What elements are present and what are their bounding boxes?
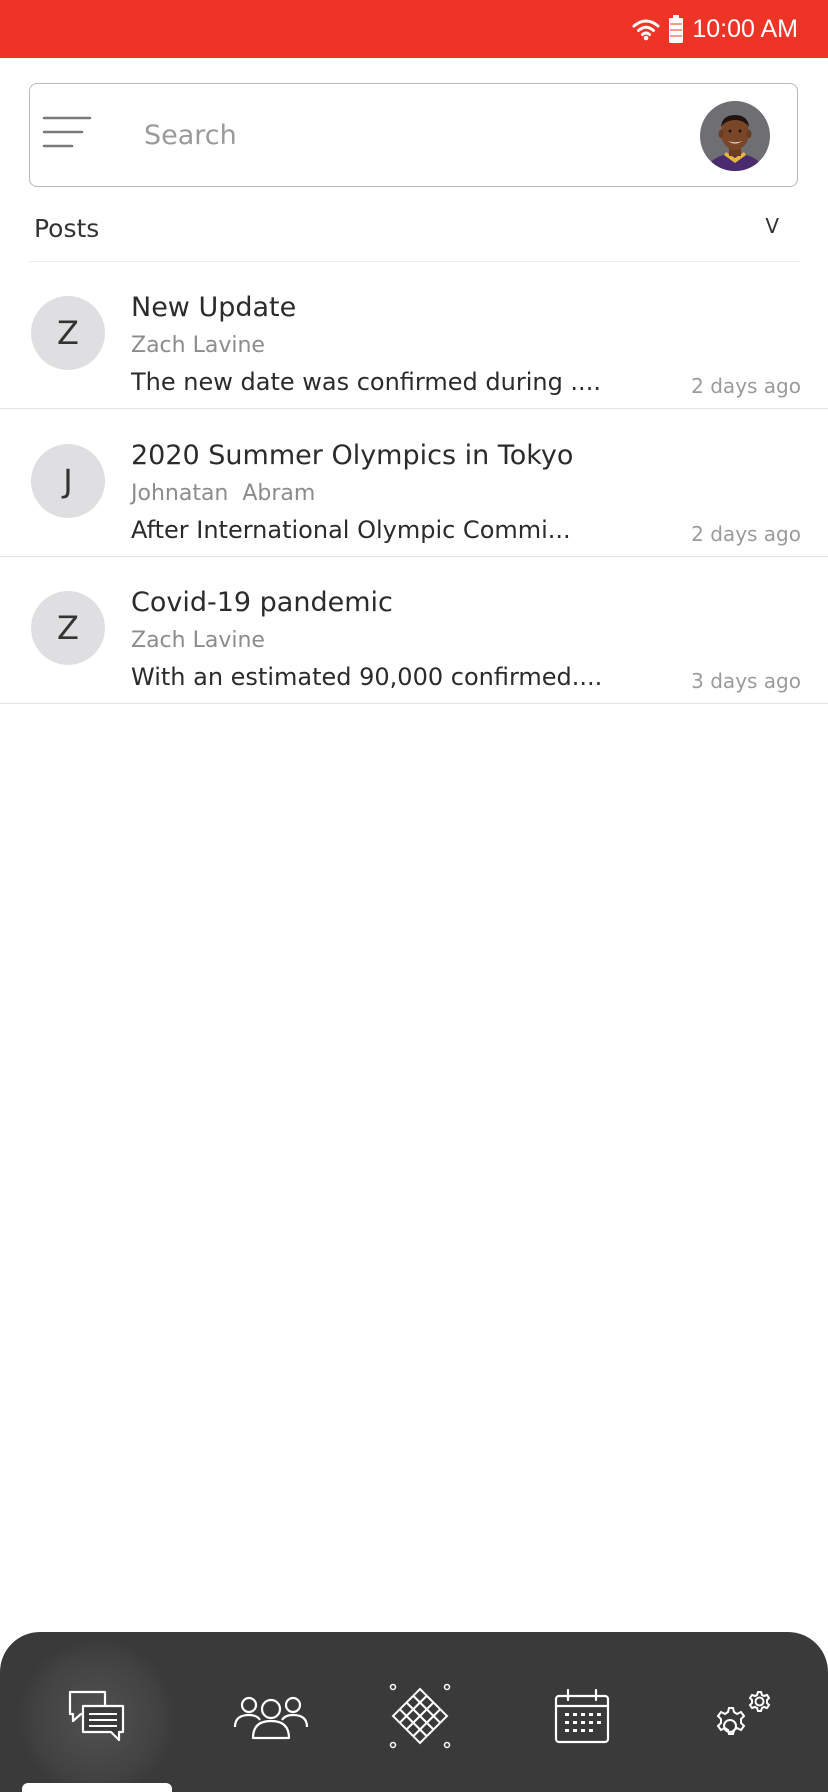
post-snippet: After International Olympic Commi... xyxy=(131,516,571,544)
wifi-icon xyxy=(632,17,660,41)
chat-icon xyxy=(67,1688,127,1748)
post-item[interactable]: Z New Update Zach Lavine The new date wa… xyxy=(0,262,828,409)
nav-calendar[interactable] xyxy=(542,1678,622,1758)
bottom-nav xyxy=(0,1632,828,1792)
chevron-down-icon[interactable]: V xyxy=(765,214,779,238)
avatar[interactable] xyxy=(700,101,770,171)
active-tab-indicator xyxy=(22,1783,172,1792)
calendar-icon xyxy=(552,1686,612,1750)
search-bar xyxy=(29,83,798,187)
nav-groups[interactable] xyxy=(231,1678,311,1758)
post-author: Zach Lavine xyxy=(131,333,265,358)
post-snippet: The new date was confirmed during .... xyxy=(131,368,601,396)
search-input[interactable] xyxy=(144,112,704,158)
post-avatar: J xyxy=(31,444,105,518)
group-icon xyxy=(231,1691,311,1745)
post-avatar: Z xyxy=(31,296,105,370)
post-author: Johnatan Abram xyxy=(131,481,316,506)
post-item[interactable]: J 2020 Summer Olympics in Tokyo Johnatan… xyxy=(0,410,828,557)
battery-icon xyxy=(668,15,684,43)
post-avatar: Z xyxy=(31,591,105,665)
posts-screen: 10:00 AM Search Posts V Z New Update Zac… xyxy=(0,0,828,1792)
post-time: 2 days ago xyxy=(691,522,801,546)
nav-settings[interactable] xyxy=(702,1678,782,1758)
nav-explore[interactable] xyxy=(380,1678,460,1758)
settings-gears-icon xyxy=(710,1684,774,1752)
status-bar: 10:00 AM xyxy=(0,0,828,58)
post-title: Covid-19 pandemic xyxy=(131,587,393,618)
post-time: 3 days ago xyxy=(691,669,801,693)
grid-diamond-icon xyxy=(385,1681,455,1755)
posts-dropdown[interactable]: Posts V xyxy=(29,206,801,262)
post-item[interactable]: Z Covid-19 pandemic Zach Lavine With an … xyxy=(0,557,828,704)
menu-icon[interactable] xyxy=(42,114,92,154)
post-snippet: With an estimated 90,000 confirmed.... xyxy=(131,663,603,691)
status-time: 10:00 AM xyxy=(692,14,798,43)
posts-title: Posts xyxy=(34,214,100,243)
post-author: Zach Lavine xyxy=(131,628,265,653)
post-title: New Update xyxy=(131,292,297,323)
post-time: 2 days ago xyxy=(691,374,801,398)
nav-chat[interactable] xyxy=(17,1638,177,1792)
post-title: 2020 Summer Olympics in Tokyo xyxy=(131,440,574,471)
